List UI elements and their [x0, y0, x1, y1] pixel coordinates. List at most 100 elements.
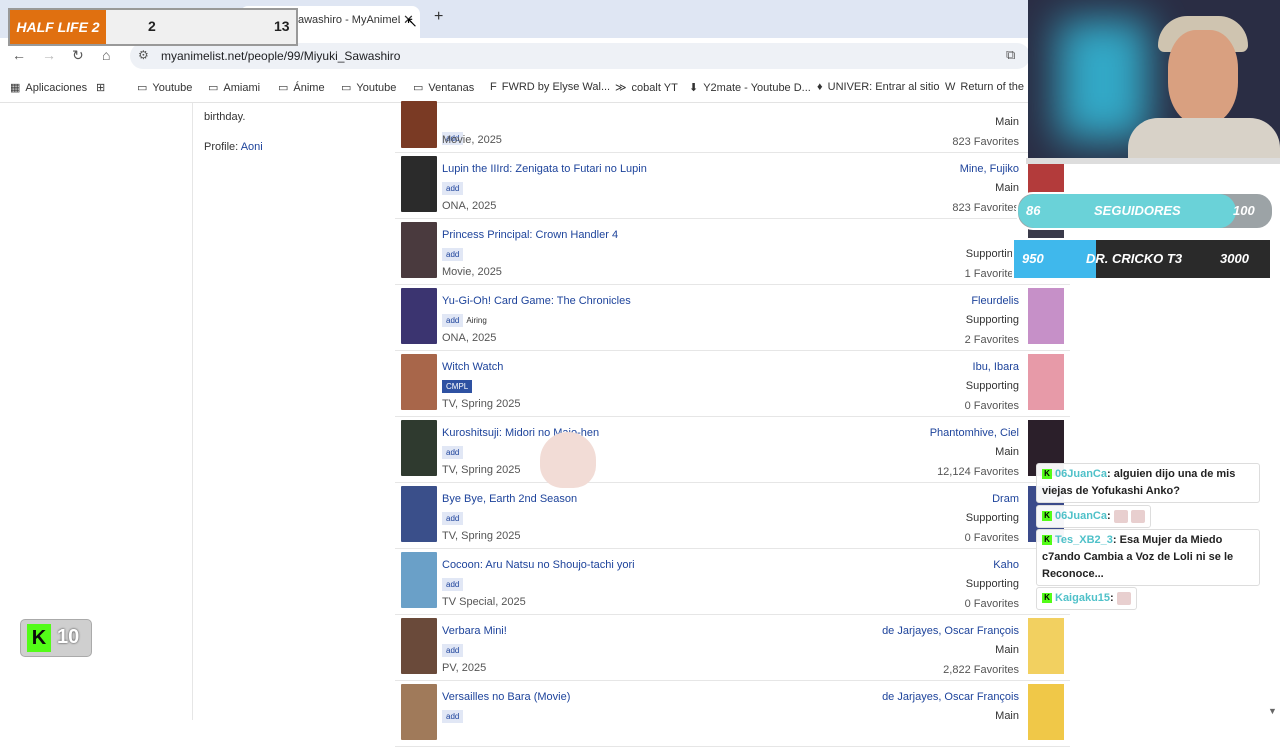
new-tab-icon[interactable]: + — [434, 8, 443, 26]
bookmark-item[interactable]: ▭ Youtube — [341, 81, 396, 94]
reload-icon[interactable]: ↻ — [72, 47, 84, 64]
scroll-down-icon[interactable]: ▼ — [1268, 706, 1277, 716]
favorites-count: 2,822 Favorites — [943, 664, 1019, 676]
anime-title-link[interactable]: Witch Watch — [442, 361, 503, 373]
list-status-button[interactable]: add — [442, 314, 464, 327]
favorites-count: 0 Favorites — [964, 400, 1019, 412]
anime-thumbnail[interactable] — [401, 222, 437, 278]
bookmark-item[interactable]: F FWRD by Elyse Wal... — [490, 81, 610, 93]
character-name-link[interactable]: Dram — [992, 493, 1019, 505]
anime-thumbnail[interactable] — [401, 354, 437, 410]
anime-title-link[interactable]: Princess Principal: Crown Handler 4 — [442, 229, 618, 241]
character-name-link[interactable]: Kaho — [993, 559, 1019, 571]
anime-thumbnail[interactable] — [401, 486, 437, 542]
list-status-button[interactable]: add — [442, 182, 464, 195]
character-thumbnail[interactable] — [1028, 288, 1064, 344]
webcam-body — [1128, 118, 1280, 160]
apps-grid-icon: ▦ — [10, 82, 21, 94]
forward-icon[interactable]: → — [42, 47, 56, 63]
role-type: Main — [995, 644, 1019, 656]
bookmark-item[interactable]: ▦ Aplicaciones — [10, 81, 87, 94]
airing-status: Airing — [466, 316, 487, 325]
character-name-link[interactable]: Ibu, Ibara — [973, 361, 1019, 373]
anime-title-link[interactable]: Yu-Gi-Oh! Card Game: The Chronicles — [442, 295, 631, 307]
role-row: Versailles no Bara (Movie) add de Jarjayes… — [395, 681, 1070, 747]
list-status-button[interactable]: add — [442, 644, 464, 657]
character-thumbnail[interactable] — [1028, 684, 1064, 740]
list-status-button[interactable]: add — [442, 710, 464, 723]
character-name-link[interactable]: de Jarjayes, Oscar François — [882, 691, 1019, 703]
profile-link[interactable]: Aoni — [241, 141, 263, 153]
kick-badge-icon: K — [1042, 535, 1052, 546]
address-bar[interactable]: ⚙ myanimelist.net/people/99/Miyuki_Sawas… — [130, 43, 1030, 69]
chat-username: Kaigaku15 — [1055, 592, 1111, 604]
cast-icon[interactable]: ⧉ — [1006, 47, 1015, 63]
back-icon[interactable]: ← — [12, 47, 26, 63]
bookmark-item[interactable]: W Return of the — [945, 81, 1024, 93]
anime-thumbnail[interactable] — [401, 101, 437, 148]
chat-text: : — [1106, 510, 1111, 522]
folder-icon: ▭ — [341, 82, 352, 94]
list-status-button[interactable]: add — [442, 512, 464, 525]
game-count: 2 — [148, 18, 156, 34]
bookmark-item[interactable]: ♦ UNIVER: Entrar al sitio — [817, 81, 940, 93]
list-status-button[interactable]: add — [442, 446, 464, 459]
anime-tags: add — [442, 644, 466, 657]
f-icon: F — [490, 81, 497, 93]
anime-title-link[interactable]: Bye Bye, Earth 2nd Season — [442, 493, 577, 505]
character-thumbnail[interactable] — [1028, 618, 1064, 674]
anime-title-link[interactable]: Verbara Mini! — [442, 625, 507, 637]
character-thumbnail[interactable] — [1028, 354, 1064, 410]
followers-current: 86 — [1026, 203, 1041, 218]
list-status-button[interactable]: add — [442, 578, 464, 591]
anime-thumbnail[interactable] — [401, 552, 437, 608]
character-name-link[interactable]: de Jarjayes, Oscar François — [882, 625, 1019, 637]
bookmark-label: cobalt YT — [631, 82, 678, 94]
bookmark-label: Aplicaciones — [25, 82, 88, 94]
viewer-count: 10 — [57, 626, 80, 648]
bookmark-label: Return of the — [960, 81, 1024, 93]
anime-type-season: TV, Spring 2025 — [442, 464, 521, 476]
list-status-button[interactable]: add — [442, 248, 464, 261]
anime-tags: add — [442, 248, 466, 261]
anime-title-link[interactable]: Lupin the IIIrd: Zenigata to Futari no L… — [442, 163, 647, 175]
anime-thumbnail[interactable] — [401, 618, 437, 674]
favorites-count: 823 Favorites — [952, 136, 1019, 148]
sub-goal-label: DR. CRICKO T3 — [1086, 251, 1183, 266]
folder-icon: ▭ — [208, 82, 219, 94]
role-type: Main — [995, 446, 1019, 458]
game-title: HALF LIFE 2 — [10, 10, 106, 44]
anime-thumbnail[interactable] — [401, 156, 437, 212]
anime-thumbnail[interactable] — [401, 684, 437, 740]
bookmark-item[interactable]: ▭ Ánime — [278, 81, 325, 94]
anime-thumbnail[interactable] — [401, 288, 437, 344]
bookmark-label: Ventanas — [428, 82, 475, 94]
followers-label: SEGUIDORES — [1094, 203, 1181, 218]
followers-goal: 100 — [1233, 203, 1255, 218]
anime-title-link[interactable]: Cocoon: Aru Natsu no Shoujo-tachi yori — [442, 559, 635, 571]
site-info-icon[interactable]: ⚙ — [138, 48, 149, 62]
grid-icon: ⊞ — [96, 82, 106, 94]
character-name-link[interactable]: Mine, Fujiko — [960, 163, 1019, 175]
bookmark-item[interactable]: ▭ Ventanas — [413, 81, 474, 94]
profile-label: Profile: — [204, 141, 239, 153]
tab-title: awashiro - MyAnimeLis — [298, 14, 400, 26]
anime-thumbnail[interactable] — [401, 420, 437, 476]
anime-type-season: Movie, 2025 — [442, 266, 502, 278]
character-name-link[interactable]: Fleurdelis — [971, 295, 1019, 307]
bookmark-item[interactable]: ⊞ — [96, 81, 110, 94]
favorites-count: 823 Favorites — [952, 202, 1019, 214]
game-counter: HALF LIFE 2 2 13 — [8, 8, 298, 46]
character-name-link[interactable]: Phantomhive, Ciel — [930, 427, 1019, 439]
role-type: Main — [995, 710, 1019, 722]
bookmark-item[interactable]: ▭ Amiami — [208, 81, 260, 94]
anime-type-season: TV Special, 2025 — [442, 596, 526, 608]
bookmark-item[interactable]: ⬇ Y2mate - Youtube D... — [689, 81, 811, 94]
sub-goal-target: 3000 — [1220, 251, 1249, 266]
bookmark-item[interactable]: ▭ Youtube — [137, 81, 192, 94]
anime-title-link[interactable]: Versailles no Bara (Movie) — [442, 691, 570, 703]
list-status-button[interactable]: CMPL — [442, 380, 473, 393]
bookmark-item[interactable]: ≫ cobalt YT — [615, 81, 678, 94]
sub-goal-bar: 950 DR. CRICKO T3 3000 — [1012, 238, 1272, 280]
home-icon[interactable]: ⌂ — [102, 47, 110, 63]
